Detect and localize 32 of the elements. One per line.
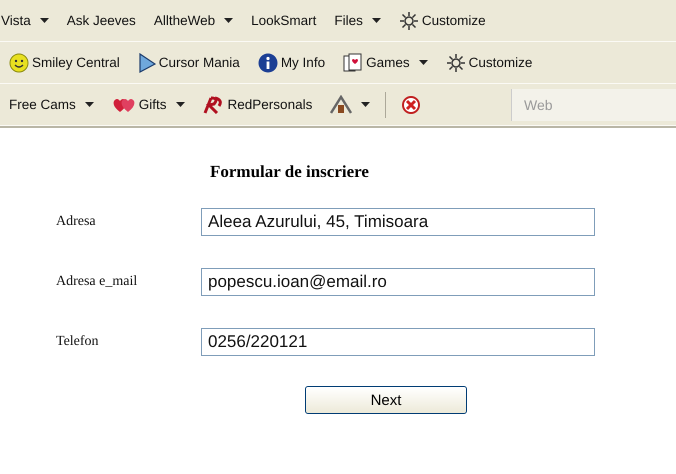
form-title: Formular de inscriere	[210, 162, 369, 182]
search-field[interactable]: Web	[511, 88, 676, 120]
smiley-icon	[9, 52, 29, 72]
toolbar-button[interactable]: Customize	[396, 8, 489, 32]
field-label: Adresa	[55, 214, 97, 230]
toolbar-button[interactable]: RedPersonals	[200, 94, 316, 116]
toolbar-button[interactable]: Gifts	[108, 94, 188, 116]
toolbar-button[interactable]: AlltheWeb	[150, 11, 236, 30]
toolbar-button[interactable]: My Info	[254, 50, 328, 74]
toolbar-button[interactable]: Games	[340, 50, 431, 74]
cursor-icon	[138, 52, 156, 72]
field-label: Telefon	[55, 334, 100, 350]
toolbar-button[interactable]: LookSmart	[248, 11, 320, 30]
letter-logo-icon	[202, 96, 225, 114]
close-icon	[401, 94, 422, 114]
toolbar-button[interactable]: Smiley Central	[6, 50, 123, 74]
toolbar-button[interactable]: Customize	[442, 50, 536, 74]
gear-icon	[398, 10, 419, 30]
toolbar-button[interactable]: Free Cams	[6, 95, 97, 114]
input-field[interactable]: popescu.ioan@email.ro	[201, 268, 595, 296]
cards-icon	[343, 52, 364, 72]
info-icon	[258, 52, 278, 72]
next-button[interactable]: Next	[305, 386, 467, 414]
input-field[interactable]: 0256/220121	[201, 328, 595, 356]
toolbar-button[interactable]: Cursor Mania	[134, 50, 243, 74]
input-field[interactable]: Aleea Azurului, 45, Timisoara	[201, 208, 595, 236]
toolbar-button[interactable]: Vista	[0, 11, 52, 30]
gear-icon	[446, 52, 466, 72]
house-icon	[330, 94, 352, 114]
toolbar-button[interactable]: Files	[331, 11, 384, 30]
toolbar-button[interactable]: Ask Jeeves	[64, 11, 139, 30]
field-label: Adresa e_mail	[55, 274, 138, 290]
